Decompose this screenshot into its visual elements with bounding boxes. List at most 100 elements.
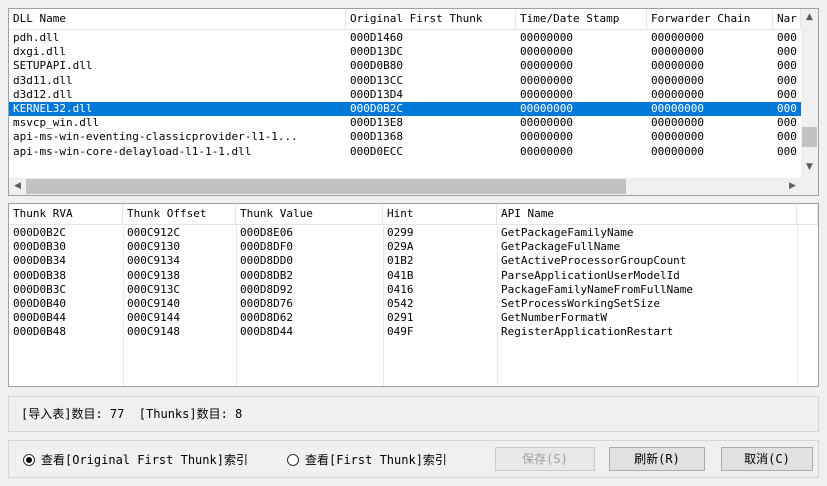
column-thunk-value[interactable]: Thunk Value	[236, 204, 383, 224]
scroll-thumb[interactable]	[26, 179, 626, 194]
thunk-value-cell: 000D8E06	[240, 226, 293, 239]
radio-checked-icon[interactable]	[23, 453, 35, 466]
forwarder-chain-cell: 00000000	[651, 101, 704, 115]
dll-name-cell: api-ms-win-eventing-classicprovider-l1-1…	[13, 130, 298, 144]
table-row[interactable]: api-ms-win-core-delayload-l1-1-1.dll 000D…	[9, 145, 801, 159]
dll-name-cell: d3d11.dll	[13, 73, 73, 87]
name-cell: 000	[777, 31, 797, 44]
status-text: [导入表]数目: 77 [Thunks]数目: 8	[21, 407, 243, 421]
radio-unchecked-icon[interactable]	[287, 453, 299, 466]
table-row[interactable]: 000D0B40 000C9140 000D8D76 0542 SetProcessWo…	[9, 297, 797, 311]
column-dll-name[interactable]: DLL Name	[9, 9, 346, 29]
thunk-value-cell: 000D8DB2	[240, 268, 293, 282]
table-row[interactable]: pdh.dll 000D1460 00000000 00000000 000	[9, 31, 801, 45]
dll-vertical-scrollbar[interactable]: ▲ ▼	[801, 9, 818, 178]
column-original-first-thunk[interactable]: Original First Thunk	[346, 9, 516, 29]
thunk-list[interactable]: Thunk RVA Thunk Offset Thunk Value Hint …	[8, 203, 819, 387]
hint-cell: 029A	[387, 240, 414, 254]
hint-cell: 0416	[387, 282, 414, 296]
status-bar: [导入表]数目: 77 [Thunks]数目: 8	[8, 396, 819, 432]
column-forwarder-chain[interactable]: Forwarder Chain	[647, 9, 773, 29]
forwarder-chain-cell: 00000000	[651, 130, 704, 144]
table-row[interactable]: api-ms-win-eventing-classicprovider-l1-1…	[9, 130, 801, 144]
radio-first-thunk[interactable]: 查看[First Thunk]索引	[287, 451, 447, 468]
thunk-rows: 000D0B2C 000C912C 000D8E06 0299 GetPackageFa…	[9, 226, 797, 340]
chevron-right-icon[interactable]: ▶	[784, 178, 801, 195]
time-date-stamp-cell: 00000000	[520, 73, 573, 87]
thunk-rva-cell: 000D0B2C	[13, 226, 66, 239]
hint-cell: 01B2	[387, 254, 414, 268]
thunk-value-cell: 000D8DD0	[240, 254, 293, 268]
name-cell: 000	[777, 73, 797, 87]
radio-first-label: 查看[First Thunk]索引	[305, 453, 447, 467]
dll-list[interactable]: DLL Name Original First Thunk Time/Date …	[8, 8, 819, 196]
dll-horizontal-scrollbar[interactable]: ◀ ▶	[9, 178, 801, 195]
api-name-cell: ParseApplicationUserModelId	[501, 268, 680, 282]
original-first-thunk-cell: 000D0B2C	[350, 101, 403, 115]
forwarder-chain-cell: 00000000	[651, 73, 704, 87]
column-thunk-rva[interactable]: Thunk RVA	[9, 204, 123, 224]
table-row[interactable]: 000D0B48 000C9148 000D8D44 049F RegisterAppl…	[9, 325, 797, 339]
chevron-up-icon[interactable]: ▲	[801, 9, 818, 26]
table-row[interactable]: 000D0B34 000C9134 000D8DD0 01B2 GetActivePro…	[9, 254, 797, 268]
hint-cell: 0542	[387, 296, 414, 310]
name-cell: 000	[777, 144, 797, 158]
thunk-value-cell: 000D8D92	[240, 282, 293, 296]
api-name-cell: PackageFamilyNameFromFullName	[501, 282, 694, 296]
thunk-offset-cell: 000C9138	[127, 268, 180, 282]
dll-name-cell: d3d12.dll	[13, 87, 73, 101]
time-date-stamp-cell: 00000000	[520, 130, 573, 144]
column-thunk-offset[interactable]: Thunk Offset	[123, 204, 236, 224]
table-row[interactable]: 000D0B3C 000C913C 000D8D92 0416 PackageFamil…	[9, 283, 797, 297]
scroll-thumb[interactable]	[802, 127, 817, 147]
time-date-stamp-cell: 00000000	[520, 87, 573, 101]
thunk-rva-cell: 000D0B44	[13, 311, 66, 325]
save-button[interactable]: 保存(S)	[495, 447, 595, 471]
table-row[interactable]: 000D0B2C 000C912C 000D8E06 0299 GetPackageFa…	[9, 226, 797, 240]
original-first-thunk-cell: 000D1368	[350, 130, 403, 144]
forwarder-chain-cell: 00000000	[651, 31, 704, 44]
column-api-name[interactable]: API Name	[497, 204, 797, 224]
thunk-value-cell: 000D8D76	[240, 296, 293, 310]
dll-name-cell: SETUPAPI.dll	[13, 59, 93, 73]
cancel-button[interactable]: 取消(C)	[721, 447, 813, 471]
original-first-thunk-cell: 000D1460	[350, 31, 403, 44]
name-cell: 000	[777, 116, 797, 130]
chevron-left-icon[interactable]: ◀	[9, 178, 26, 195]
table-row[interactable]: 000D0B30 000C9130 000D8DF0 029A GetPackageFu…	[9, 240, 797, 254]
table-row[interactable]: msvcp_win.dll 000D13E8 00000000 00000000 000	[9, 116, 801, 130]
radio-original-label: 查看[Original First Thunk]索引	[41, 453, 248, 467]
hint-cell: 049F	[387, 325, 414, 339]
table-row[interactable]: SETUPAPI.dll 000D0B80 00000000 00000000 000	[9, 59, 801, 73]
column-name[interactable]: Nar	[773, 9, 801, 29]
chevron-down-icon[interactable]: ▼	[801, 159, 818, 176]
table-row[interactable]: dxgi.dll 000D13DC 00000000 00000000 000	[9, 45, 801, 59]
dll-rows: pdh.dll 000D1460 00000000 00000000 000 dxgi.d…	[9, 31, 801, 159]
refresh-button[interactable]: 刷新(R)	[609, 447, 705, 471]
thunk-rva-cell: 000D0B48	[13, 325, 66, 339]
thunk-rva-cell: 000D0B38	[13, 268, 66, 282]
table-row[interactable]: 000D0B38 000C9138 000D8DB2 041B ParseApplica…	[9, 269, 797, 283]
api-name-cell: GetPackageFullName	[501, 240, 621, 254]
name-cell: 000	[777, 101, 797, 115]
api-name-cell: SetProcessWorkingSetSize	[501, 296, 660, 310]
original-first-thunk-cell: 000D13D4	[350, 87, 403, 101]
thunk-offset-cell: 000C9148	[127, 325, 180, 339]
hint-cell: 0291	[387, 311, 414, 325]
table-row[interactable]: 000D0B44 000C9144 000D8D62 0291 GetNumberFor…	[9, 311, 797, 325]
time-date-stamp-cell: 00000000	[520, 45, 573, 59]
thunk-rva-cell: 000D0B34	[13, 254, 66, 268]
thunk-offset-cell: 000C912C	[127, 226, 180, 239]
forwarder-chain-cell: 00000000	[651, 45, 704, 59]
api-name-cell: GetActiveProcessorGroupCount	[501, 254, 687, 268]
table-row[interactable]: d3d11.dll 000D13CC 00000000 00000000 000	[9, 74, 801, 88]
column-hint[interactable]: Hint	[383, 204, 497, 224]
table-row[interactable]: d3d12.dll 000D13D4 00000000 00000000 000	[9, 88, 801, 102]
thunk-value-cell: 000D8DF0	[240, 240, 293, 254]
name-cell: 000	[777, 130, 797, 144]
radio-original-first-thunk[interactable]: 查看[Original First Thunk]索引	[23, 451, 248, 468]
dll-name-cell: api-ms-win-core-delayload-l1-1-1.dll	[13, 144, 252, 158]
column-time-date-stamp[interactable]: Time/Date Stamp	[516, 9, 647, 29]
table-row[interactable]: KERNEL32.dll 000D0B2C 00000000 00000000 000	[9, 101, 801, 117]
thunk-value-cell: 000D8D62	[240, 311, 293, 325]
